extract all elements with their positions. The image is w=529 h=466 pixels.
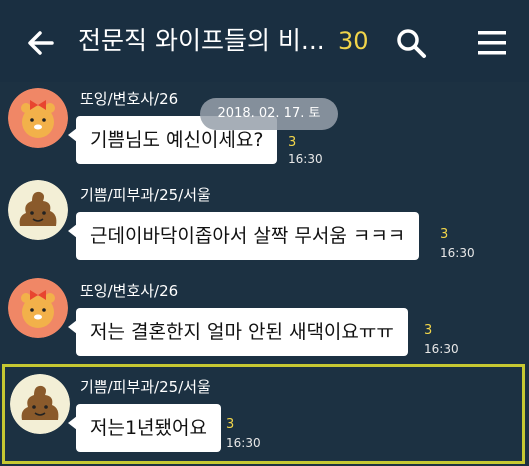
message-bubble[interactable]: 저는 결혼한지 얼마 안된 새댁이요ㅠㅠ xyxy=(68,308,408,356)
message-time: 16:30 xyxy=(288,152,323,166)
menu-icon[interactable] xyxy=(476,28,508,58)
back-arrow-icon[interactable] xyxy=(24,26,58,60)
chat-title: 전문직 와이프들의 비... xyxy=(78,26,325,55)
ryan-avatar[interactable] xyxy=(8,88,68,148)
date-chip: 2018. 02. 17. 토 xyxy=(200,98,338,130)
message-time: 16:30 xyxy=(440,246,475,260)
unread-count: 3 xyxy=(424,323,433,338)
chat-header: 전문직 와이프들의 비... 30 xyxy=(0,0,529,82)
sender-name: 기쁨/피부과/25/서울 xyxy=(80,378,211,396)
unread-count: 3 xyxy=(288,135,297,150)
poop-avatar-icon xyxy=(10,374,70,434)
message-bubble[interactable]: 저는1년됐어요 xyxy=(68,404,221,452)
sender-name: 또잉/변호사/26 xyxy=(80,90,179,108)
poop-avatar[interactable] xyxy=(8,180,68,240)
message-list[interactable]: 또잉/변호사/26 기쁨님도 예신이세요? 3 16:30 2018. 02. … xyxy=(0,82,529,466)
ryan-avatar-icon xyxy=(8,88,68,148)
message-time: 16:30 xyxy=(424,342,459,356)
ryan-avatar[interactable] xyxy=(8,278,68,338)
poop-avatar[interactable] xyxy=(10,374,70,434)
sender-name: 또잉/변호사/26 xyxy=(80,282,179,300)
search-icon[interactable] xyxy=(394,26,428,60)
unread-count: 3 xyxy=(226,417,235,432)
sender-name: 기쁨/피부과/25/서울 xyxy=(80,186,211,204)
unread-count: 3 xyxy=(440,227,449,242)
ryan-avatar-icon xyxy=(8,278,68,338)
message-time: 16:30 xyxy=(226,436,261,450)
poop-avatar-icon xyxy=(8,180,68,240)
member-count: 30 xyxy=(338,27,369,55)
message-bubble[interactable]: 근데이바닥이좁아서 살짝 무서움 ㅋㅋㅋ xyxy=(67,212,420,260)
